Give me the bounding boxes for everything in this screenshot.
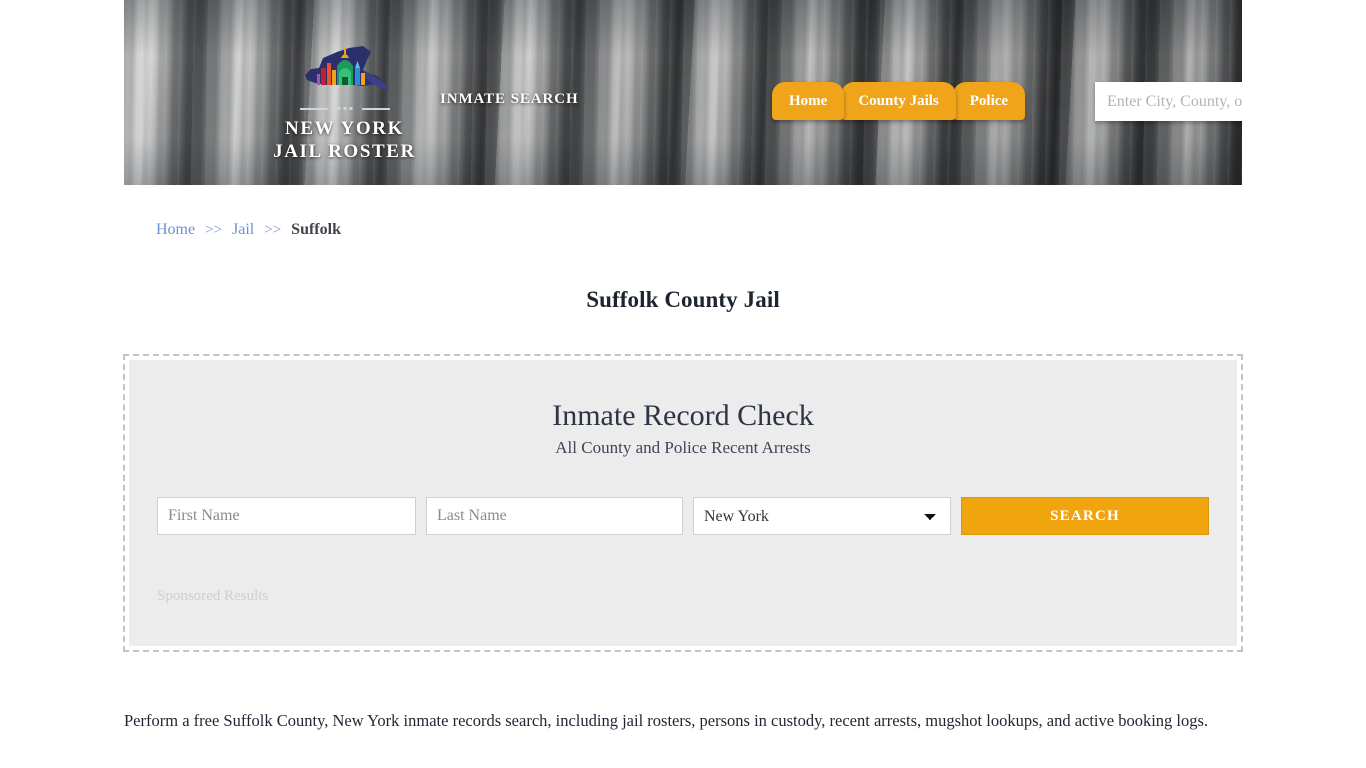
nav-item-county-jails[interactable]: County Jails: [841, 82, 956, 120]
main-navigation: Home County Jails Police: [772, 82, 1026, 120]
site-logo[interactable]: NEW YORK JAIL ROSTER: [272, 44, 417, 163]
widget-inner: Inmate Record Check All County and Polic…: [129, 360, 1237, 646]
breadcrumb-link-home[interactable]: Home: [156, 221, 195, 238]
state-select[interactable]: New York: [693, 497, 951, 535]
logo-divider: [299, 104, 390, 113]
widget-title: Inmate Record Check: [552, 399, 814, 432]
inmate-search-form: New York SEARCH: [157, 497, 1209, 535]
first-name-input[interactable]: [157, 497, 416, 535]
widget-subtitle: All County and Police Recent Arrests: [555, 438, 811, 457]
nav-item-police[interactable]: Police: [952, 82, 1026, 120]
site-header: NEW YORK JAIL ROSTER INMATE SEARCH Home …: [124, 0, 1242, 185]
header-search-input[interactable]: [1095, 82, 1242, 121]
search-submit-button[interactable]: SEARCH: [961, 497, 1209, 535]
page-root: NEW YORK JAIL ROSTER INMATE SEARCH Home …: [0, 0, 1366, 768]
new-york-state-logo-icon: [297, 44, 393, 102]
breadcrumb-current: Suffolk: [291, 221, 341, 238]
header-search: [1095, 82, 1242, 121]
intro-paragraph: Perform a free Suffolk County, New York …: [124, 710, 1209, 730]
page-title: Suffolk County Jail: [586, 287, 780, 313]
sponsored-results-label: Sponsored Results: [157, 588, 269, 604]
logo-line-1: NEW YORK: [285, 118, 404, 139]
breadcrumb-separator-1: >>: [205, 222, 223, 238]
last-name-input[interactable]: [426, 497, 683, 535]
breadcrumb-separator-2: >>: [264, 222, 282, 238]
breadcrumb: Home >> Jail >> Suffolk: [156, 221, 341, 239]
logo-line-2: JAIL ROSTER: [273, 141, 416, 162]
breadcrumb-link-jail[interactable]: Jail: [232, 221, 254, 238]
nav-item-home[interactable]: Home: [772, 82, 845, 120]
header-tagline: INMATE SEARCH: [440, 91, 579, 107]
inmate-record-check-widget: Inmate Record Check All County and Polic…: [123, 354, 1243, 652]
